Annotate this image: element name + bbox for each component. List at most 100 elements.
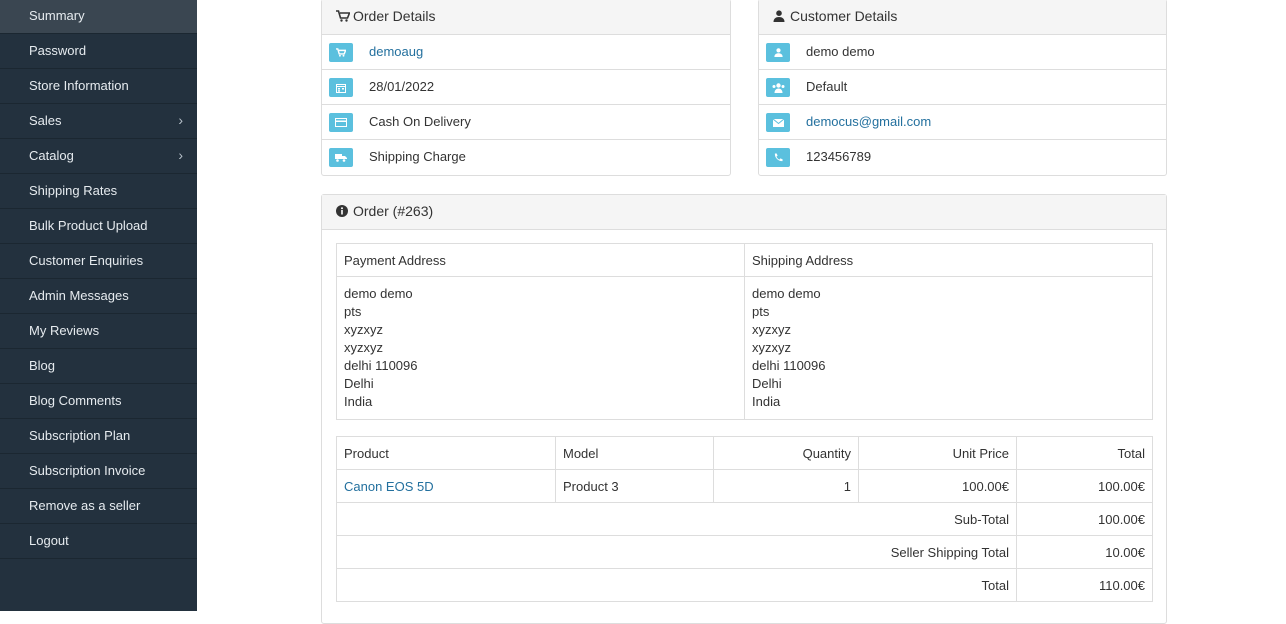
product-cell: Canon EOS 5D (336, 469, 556, 503)
store-link[interactable]: demoaug (369, 35, 423, 68)
column-header-model: Model (555, 436, 714, 470)
table-row: Canon EOS 5D Product 3 1 100.00€ 100.00€ (336, 469, 1153, 503)
shopping-cart-icon (336, 1, 351, 34)
sidebar-item-label: Subscription Invoice (29, 463, 146, 478)
sidebar-item-subscription-plan[interactable]: Subscription Plan (0, 419, 197, 454)
order-store-row: demoaug (322, 35, 730, 70)
envelope-icon (766, 113, 790, 132)
credit-card-icon (329, 113, 353, 132)
sidebar-item-label: Subscription Plan (29, 428, 131, 443)
payment-address: demo demo pts xyzxyz xyzxyz delhi 110096… (336, 276, 745, 420)
customer-phone-row: 123456789 (759, 140, 1166, 175)
chevron-right-icon: › (178, 112, 183, 128)
address-line: demo demo (752, 286, 821, 301)
customer-phone: 123456789 (806, 149, 872, 164)
info-circle-icon (336, 196, 350, 229)
customer-group-row: Default (759, 70, 1166, 105)
grand-total-label: Total (336, 568, 1017, 602)
totals-row: Sub-Total 100.00€ (336, 502, 1153, 536)
order-details-title: Order Details (353, 8, 436, 24)
sidebar-item-blog-comments[interactable]: Blog Comments (0, 384, 197, 419)
sidebar-item-label: Password (29, 43, 87, 58)
address-line: delhi 110096 (752, 358, 826, 373)
model-cell: Product 3 (555, 469, 714, 503)
sidebar-item-catalog[interactable]: Catalog › (0, 139, 197, 174)
sidebar-item-label: Bulk Product Upload (29, 218, 148, 233)
phone-icon (766, 148, 790, 167)
sidebar-item-label: Remove as a seller (29, 498, 141, 513)
sidebar-item-label: My Reviews (29, 323, 100, 338)
order-date-row: 28/01/2022 (322, 70, 730, 105)
shipping-address-header: Shipping Address (744, 243, 1153, 277)
order-heading: Order (#263) (322, 195, 1166, 230)
sidebar-item-bulk-product-upload[interactable]: Bulk Product Upload (0, 209, 197, 244)
sidebar-item-logout[interactable]: Logout (0, 524, 197, 559)
sidebar-item-label: Logout (29, 533, 69, 548)
address-line: Delhi (752, 376, 782, 391)
sidebar-item-customer-enquiries[interactable]: Customer Enquiries (0, 244, 197, 279)
sidebar-item-label: Blog (29, 358, 56, 373)
sidebar-item-remove-seller[interactable]: Remove as a seller (0, 489, 197, 524)
truck-icon (329, 148, 353, 167)
shipping-address: demo demo pts xyzxyz xyzxyz delhi 110096… (744, 276, 1153, 420)
shipping-total-label: Seller Shipping Total (336, 535, 1017, 569)
column-header-quantity: Quantity (713, 436, 859, 470)
customer-email-link[interactable]: democus@gmail.com (806, 105, 931, 138)
sidebar-item-label: Customer Enquiries (29, 253, 144, 268)
customer-name-row: demo demo (759, 35, 1166, 70)
address-line: xyzxyz (344, 322, 383, 337)
calendar-icon (329, 78, 353, 97)
product-link[interactable]: Canon EOS 5D (344, 479, 434, 494)
address-table: Payment Address Shipping Address demo de… (336, 243, 1153, 420)
sidebar-item-label: Summary (29, 8, 85, 23)
grand-total-value: 110.00€ (1016, 568, 1153, 602)
table-header-row: Product Model Quantity Unit Price Total (336, 436, 1153, 470)
sidebar-item-label: Sales (29, 113, 62, 128)
address-line: pts (752, 304, 770, 319)
customer-details-heading: Customer Details (759, 0, 1166, 35)
payment-method: Cash On Delivery (369, 114, 471, 129)
customer-details-panel: Customer Details demo demo Default democ… (758, 0, 1167, 176)
sidebar: Summary Password Store Information Sales… (0, 0, 197, 611)
column-header-total: Total (1016, 436, 1153, 470)
chevron-right-icon: › (178, 147, 183, 163)
sidebar-item-sales[interactable]: Sales › (0, 104, 197, 139)
sidebar-item-label: Store Information (29, 78, 129, 93)
column-header-unit-price: Unit Price (858, 436, 1017, 470)
order-details-panel: Order Details demoaug 28/01/2022 Cash On… (321, 0, 731, 176)
address-line: Delhi (344, 376, 374, 391)
customer-name: demo demo (806, 44, 875, 59)
products-table: Product Model Quantity Unit Price Total … (336, 436, 1153, 602)
address-line: pts (344, 304, 362, 319)
subtotal-label: Sub-Total (336, 502, 1017, 536)
address-line: xyzxyz (752, 340, 791, 355)
order-shipping-row: Shipping Charge (322, 140, 730, 175)
customer-email-row: democus@gmail.com (759, 105, 1166, 140)
totals-row: Total 110.00€ (336, 568, 1153, 602)
user-icon (766, 43, 790, 62)
sidebar-item-subscription-invoice[interactable]: Subscription Invoice (0, 454, 197, 489)
address-line: demo demo (344, 286, 413, 301)
sidebar-item-blog[interactable]: Blog (0, 349, 197, 384)
address-line: delhi 110096 (344, 358, 418, 373)
order-date: 28/01/2022 (369, 79, 435, 94)
sidebar-item-admin-messages[interactable]: Admin Messages (0, 279, 197, 314)
sidebar-item-store-information[interactable]: Store Information (0, 69, 197, 104)
line-total-cell: 100.00€ (1016, 469, 1153, 503)
totals-row: Seller Shipping Total 10.00€ (336, 535, 1153, 569)
sidebar-item-label: Catalog (29, 148, 74, 163)
address-line: India (344, 394, 373, 409)
order-details-heading: Order Details (322, 0, 730, 35)
sidebar-item-shipping-rates[interactable]: Shipping Rates (0, 174, 197, 209)
sidebar-item-summary[interactable]: Summary (0, 0, 197, 34)
sidebar-item-password[interactable]: Password (0, 34, 197, 69)
shopping-cart-icon (329, 43, 353, 62)
customer-details-title: Customer Details (790, 8, 898, 24)
order-title: Order (#263) (353, 203, 434, 219)
address-line: xyzxyz (344, 340, 383, 355)
address-line: India (752, 394, 781, 409)
sidebar-item-my-reviews[interactable]: My Reviews (0, 314, 197, 349)
address-line: xyzxyz (752, 322, 791, 337)
subtotal-value: 100.00€ (1016, 502, 1153, 536)
sidebar-item-label: Admin Messages (29, 288, 129, 303)
